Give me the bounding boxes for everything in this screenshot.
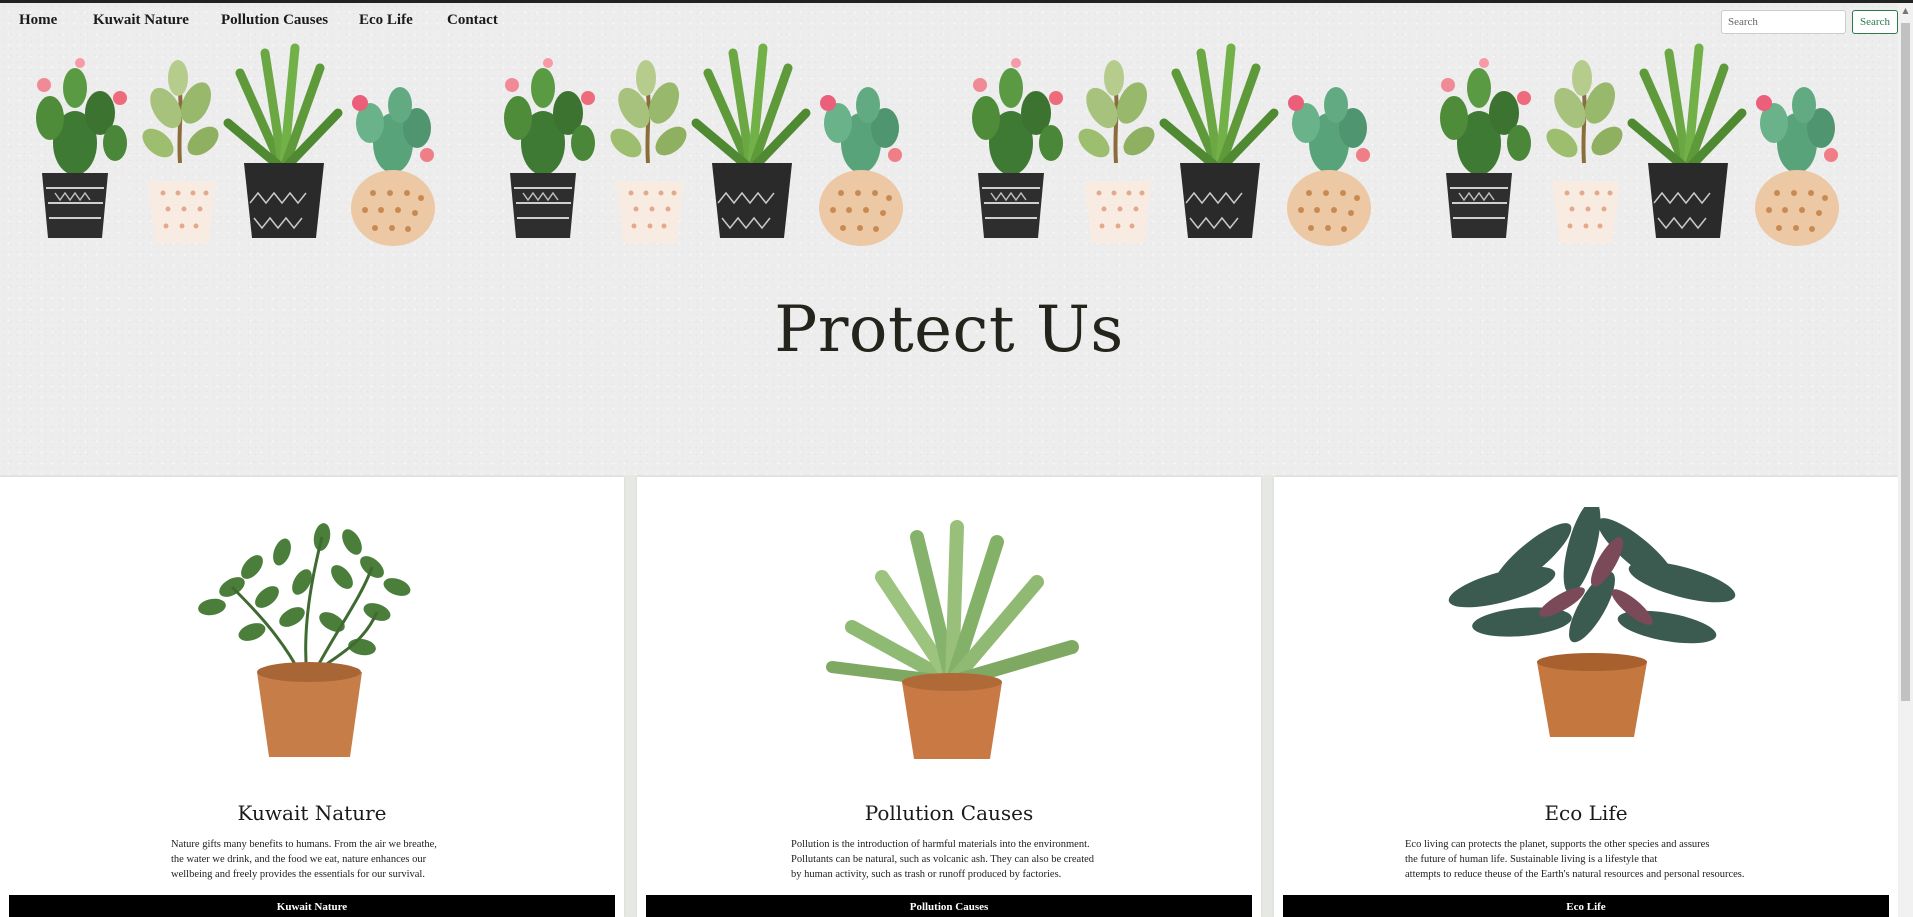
search-button[interactable]: Search xyxy=(1852,10,1898,34)
stromanthe-plant-in-terracotta-pot-image xyxy=(1448,507,1736,737)
search-input[interactable] xyxy=(1721,10,1846,34)
scroll-up-arrow-icon[interactable]: ▲ xyxy=(1898,3,1913,18)
card-description: Eco living can protects the planet, supp… xyxy=(1405,837,1745,882)
card-description-line: Pollution is the introduction of harmful… xyxy=(791,839,1090,850)
card-description-line: Eco living can protects the planet, supp… xyxy=(1405,839,1710,850)
scrollbar-thumb[interactable] xyxy=(1901,23,1910,701)
card-description-line: attempts to reduce theuse of the Earth's… xyxy=(1405,869,1745,880)
hero-section: Home Kuwait Nature Pollution Causes Eco … xyxy=(0,3,1898,475)
card-description-line: the future of human life. Sustainable li… xyxy=(1405,854,1658,865)
card-title: Kuwait Nature xyxy=(237,801,387,825)
card-title: Eco Life xyxy=(1544,801,1628,825)
pollution-causes-button[interactable]: Pollution Causes xyxy=(646,895,1252,917)
nav-link-home[interactable]: Home xyxy=(19,12,57,29)
card-pollution-causes: Pollution Causes Pollution is the introd… xyxy=(637,477,1261,917)
card-description-line: wellbeing and freely provides the essent… xyxy=(171,869,425,880)
card-kuwait-nature: Kuwait Nature Nature gifts many benefits… xyxy=(0,477,624,917)
eco-life-button[interactable]: Eco Life xyxy=(1283,895,1889,917)
card-description: Pollution is the introduction of harmful… xyxy=(791,837,1094,882)
nav-link-kuwait-nature[interactable]: Kuwait Nature xyxy=(93,12,189,29)
card-title: Pollution Causes xyxy=(864,801,1034,825)
page-scrollbar[interactable]: ▲ xyxy=(1898,3,1913,917)
nav-link-pollution-causes[interactable]: Pollution Causes xyxy=(221,12,328,29)
card-description-line: Nature gifts many benefits to humans. Fr… xyxy=(171,839,437,850)
zz-plant-in-terracotta-pot-image xyxy=(198,523,411,757)
nav-link-contact[interactable]: Contact xyxy=(447,12,498,29)
nav-link-eco-life[interactable]: Eco Life xyxy=(359,12,413,29)
kuwait-nature-button[interactable]: Kuwait Nature xyxy=(9,895,615,917)
card-description-line: by human activity, such as trash or runo… xyxy=(791,869,1062,880)
card-description: Nature gifts many benefits to humans. Fr… xyxy=(171,837,437,882)
potted-cactus-row-illustration xyxy=(0,33,1898,248)
card-description-line: the water we drink, and the food we eat,… xyxy=(171,854,427,865)
aloe-plant-in-terracotta-pot-image xyxy=(826,520,1079,759)
card-eco-life: Eco Life Eco living can protects the pla… xyxy=(1274,477,1898,917)
card-description-line: Pollutants can be natural, such as volca… xyxy=(791,854,1095,865)
page-title: Protect Us xyxy=(774,293,1124,367)
